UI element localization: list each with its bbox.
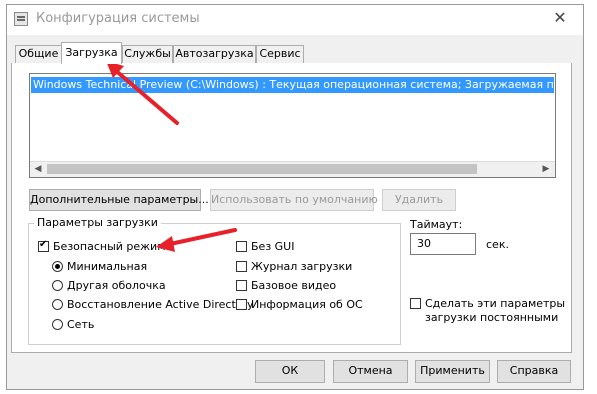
tab-boot[interactable]: Загрузка — [61, 42, 122, 64]
tab-arrow-icon — [106, 61, 179, 125]
safe-boot-arrow-icon — [156, 228, 237, 252]
